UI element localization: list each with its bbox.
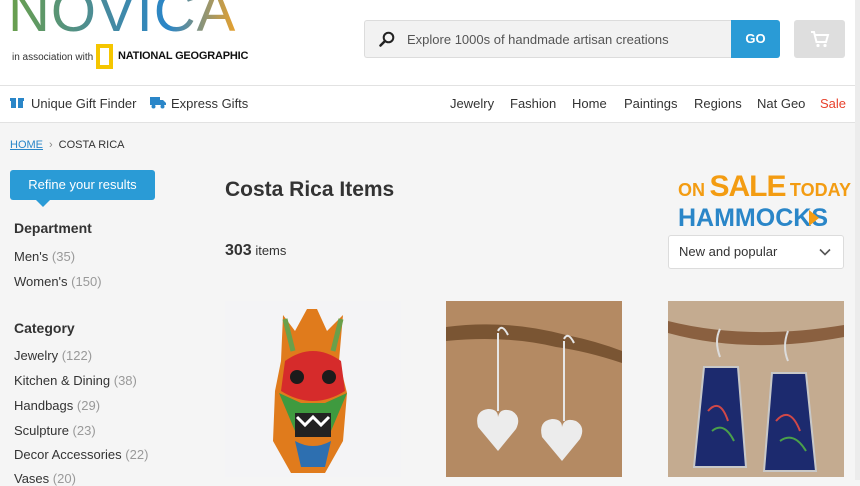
nav-home[interactable]: Home <box>572 96 607 111</box>
facet-sculpture[interactable]: Sculpture (23) <box>14 423 96 438</box>
sort-select[interactable]: New and popular <box>668 235 844 269</box>
site-header: NOVICA in association with NATIONAL GEOG… <box>0 0 860 86</box>
nav-jewelry[interactable]: Jewelry <box>450 96 494 111</box>
product-image-mask <box>273 309 347 473</box>
product-image-blue-earrings <box>668 301 844 477</box>
nav-regions[interactable]: Regions <box>694 96 742 111</box>
facet-kitchen-dining[interactable]: Kitchen & Dining (38) <box>14 373 137 388</box>
nav-unique-gift-finder[interactable]: Unique Gift Finder <box>31 96 137 111</box>
product-card-blue-earrings[interactable] <box>668 301 844 477</box>
novica-logo[interactable]: NOVICA <box>8 0 236 45</box>
chevron-right-icon: › <box>49 139 53 151</box>
play-arrow-icon <box>809 210 819 226</box>
gift-icon <box>10 98 24 108</box>
national-geographic-text: NATIONAL GEOGRAPHIC <box>118 50 249 62</box>
facet-jewelry[interactable]: Jewelry (122) <box>14 348 92 363</box>
facet-vases[interactable]: Vases (20) <box>14 471 76 486</box>
association-text: in association with <box>12 52 94 63</box>
sort-selected-value: New and popular <box>679 244 778 259</box>
scrollbar[interactable] <box>855 0 860 480</box>
refine-results-button[interactable]: Refine your results <box>10 170 155 207</box>
search-go-button[interactable]: GO <box>731 20 780 58</box>
nav-sale[interactable]: Sale <box>820 96 846 111</box>
page-title: Costa Rica Items <box>225 178 395 201</box>
cart-button[interactable] <box>794 20 845 58</box>
search-bar <box>364 20 731 58</box>
item-count: 303 items <box>225 242 287 259</box>
truck-icon <box>150 97 166 109</box>
nav-nat-geo[interactable]: Nat Geo <box>757 96 805 111</box>
sale-banner-item: HAMMOCKS <box>678 204 828 232</box>
facet-womens[interactable]: Women's (150) <box>14 274 102 289</box>
national-geographic-logo-icon <box>96 44 113 69</box>
category-heading: Category <box>14 320 75 336</box>
chevron-down-icon <box>819 248 831 256</box>
department-heading: Department <box>14 220 92 236</box>
search-input[interactable] <box>407 21 717 57</box>
facet-mens[interactable]: Men's (35) <box>14 249 75 264</box>
search-icon <box>379 31 395 47</box>
main-nav: Unique Gift Finder Express Gifts Jewelry… <box>0 86 860 123</box>
sale-banner-top: ON SALE TODAY <box>678 170 851 203</box>
hammocks-sale-banner[interactable]: ON SALE TODAY HAMMOCKS <box>678 170 851 234</box>
product-card-mask[interactable] <box>225 301 401 477</box>
cart-icon <box>811 31 830 48</box>
product-card-heart-earrings[interactable] <box>446 301 622 477</box>
facet-handbags[interactable]: Handbags (29) <box>14 398 100 413</box>
facet-decor-accessories[interactable]: Decor Accessories (22) <box>14 447 148 462</box>
nav-fashion[interactable]: Fashion <box>510 96 556 111</box>
breadcrumb-home-link[interactable]: HOME <box>10 139 43 151</box>
nav-paintings[interactable]: Paintings <box>624 96 677 111</box>
product-image-heart-earrings <box>446 301 622 477</box>
breadcrumb-current: COSTA RICA <box>58 139 125 151</box>
breadcrumb: HOME › COSTA RICA <box>10 139 124 151</box>
nav-express-gifts[interactable]: Express Gifts <box>171 96 248 111</box>
